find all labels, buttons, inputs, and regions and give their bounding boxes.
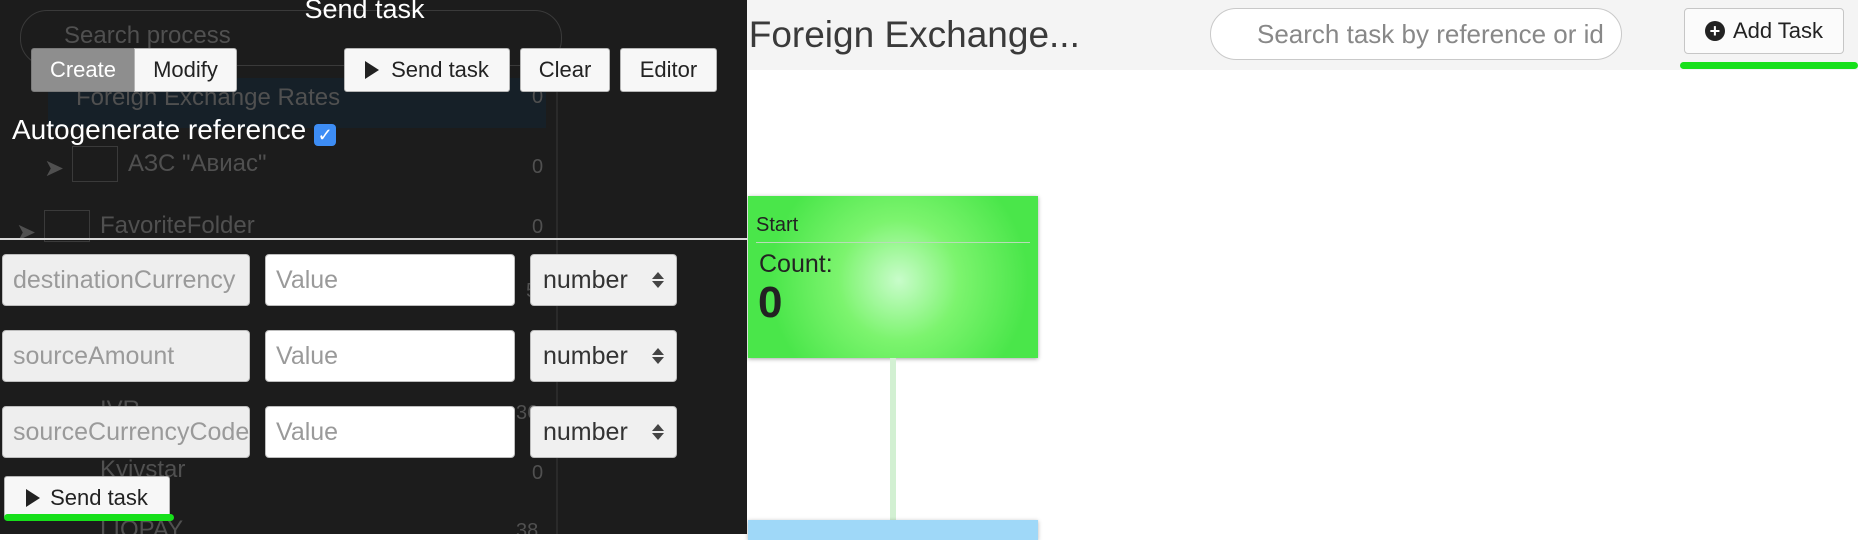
modify-label: Modify [153,57,218,82]
param-name-field[interactable]: sourceAmount [2,330,250,382]
param-name-field[interactable]: destinationCurrency [2,254,250,306]
panel-title: Send task [304,0,425,24]
editor-button[interactable]: Editor [620,48,717,92]
param-type-select[interactable]: number [530,406,677,458]
add-task-label: Add Task [1732,18,1824,43]
param-name-field[interactable]: sourceCurrencyCode [2,406,250,458]
start-node-count-label: Count: [759,250,833,278]
param-value-input[interactable] [265,254,515,306]
node-connector [890,358,896,522]
send-task-button[interactable]: Send task [344,48,510,92]
bg-list-count: 0 [532,216,544,238]
send-task-label: Send task [391,57,489,82]
add-task-highlight [1680,62,1858,69]
panel-divider [0,238,747,240]
param-type-value: number [543,266,628,294]
bg-arrow-icon: ➤ [16,219,37,246]
bg-list-item: АЗС "Авиас" [128,150,267,177]
start-node-title: Start [756,214,799,236]
bg-list-count: 38 [516,520,539,534]
next-node[interactable] [748,520,1038,540]
bg-list-count: 0 [532,156,544,178]
create-mode-button[interactable]: Create [31,48,135,92]
select-arrows-icon [652,272,664,288]
editor-label: Editor [639,57,698,82]
start-node[interactable]: Start Count: 0 [748,196,1038,358]
select-arrows-icon [652,424,664,440]
clear-label: Clear [538,57,592,82]
send-task-panel: Search process Foreign Exchange Rates 0 … [0,0,747,534]
modify-mode-button[interactable]: Modify [134,48,237,92]
play-icon [26,489,41,507]
param-value-input[interactable] [265,330,515,382]
send-task-highlight [4,514,174,521]
bg-folder-box [72,146,118,182]
search-task-input[interactable] [1210,8,1622,60]
select-arrows-icon [652,348,664,364]
plus-circle-icon: + [1704,21,1725,41]
bg-arrow-icon: ➤ [44,155,65,182]
play-icon [365,61,380,79]
bg-list-item: FavoriteFolder [100,212,255,239]
bottom-send-task-label: Send task [50,485,148,510]
bg-search-process: Search process [64,22,231,49]
create-label: Create [49,57,117,82]
param-type-value: number [543,418,628,446]
bg-list-count: 0 [532,462,544,484]
param-value-input[interactable] [265,406,515,458]
autogenerate-checkbox[interactable]: ✓ [314,124,337,146]
autogenerate-reference-row[interactable]: Autogenerate reference ✓ [12,114,337,146]
param-type-select[interactable]: number [530,254,677,306]
start-node-count: 0 [758,278,783,327]
autogenerate-reference-label: Autogenerate reference [12,114,307,145]
start-node-divider [756,242,1030,243]
clear-button[interactable]: Clear [520,48,610,92]
param-type-value: number [543,342,628,370]
add-task-button[interactable]: + Add Task [1684,8,1844,54]
param-type-select[interactable]: number [530,330,677,382]
